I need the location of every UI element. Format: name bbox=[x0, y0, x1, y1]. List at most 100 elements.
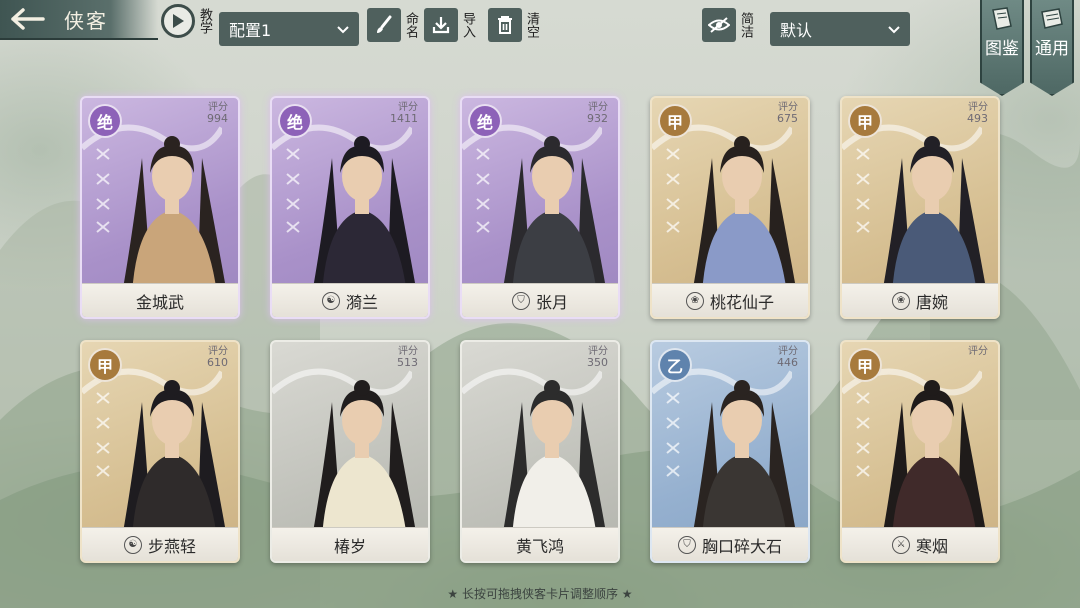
download-icon bbox=[424, 8, 458, 42]
hero-card[interactable]: 评分 513 椿岁 bbox=[270, 340, 430, 563]
grade-badge-label: 甲 bbox=[666, 113, 683, 132]
score-value: 446 bbox=[777, 356, 798, 369]
grade-badge: 绝 bbox=[88, 104, 122, 138]
page-title: 侠客 bbox=[64, 8, 108, 33]
score-block: 评分 446 bbox=[777, 346, 798, 368]
config-select[interactable]: 配置1 bbox=[219, 12, 359, 46]
grade-badge: 甲 bbox=[88, 348, 122, 382]
rank-swords-icon bbox=[286, 148, 300, 233]
hero-card[interactable]: 甲 评分 493 ❀ 唐婉 bbox=[840, 96, 1000, 319]
grade-badge: 甲 bbox=[848, 104, 882, 138]
hero-name: 漪兰 bbox=[345, 292, 378, 312]
hero-name-bar: 金城武 bbox=[82, 283, 238, 317]
simple-mode-toggle[interactable]: 简洁 bbox=[702, 8, 753, 42]
sword-icon: ⚔ bbox=[891, 535, 910, 554]
hero-name: 步燕轻 bbox=[147, 536, 196, 556]
hero-portrait bbox=[502, 380, 607, 538]
score-block: 评分 350 bbox=[587, 346, 608, 368]
tab-general[interactable]: 通用 bbox=[1030, 0, 1074, 96]
rank-swords-icon bbox=[666, 148, 680, 233]
tab-codex[interactable]: 图鉴 bbox=[980, 0, 1024, 96]
rank-swords-icon bbox=[96, 392, 110, 477]
hero-name: 金城武 bbox=[135, 292, 184, 312]
rename-label: 命名 bbox=[403, 12, 418, 38]
score-value: 1411 bbox=[390, 112, 418, 125]
yinyang-icon: ☯ bbox=[123, 535, 142, 554]
hero-name: 黄飞鸿 bbox=[515, 536, 564, 556]
shield-icon: ⛉ bbox=[677, 535, 696, 554]
hero-card[interactable]: 评分 350 黄飞鸿 bbox=[460, 340, 620, 563]
hero-card[interactable]: 甲 评分 ⚔ 寒烟 bbox=[840, 340, 1000, 563]
score-block: 评分 610 bbox=[207, 346, 228, 368]
score-value: 513 bbox=[397, 356, 418, 369]
rank-swords-icon bbox=[856, 392, 870, 477]
hero-card[interactable]: 绝 评分 932 ⛉ 张月 bbox=[460, 96, 620, 319]
back-button[interactable]: 侠客 bbox=[0, 0, 158, 40]
grade-badge: 绝 bbox=[468, 104, 502, 138]
hero-portrait bbox=[882, 380, 987, 538]
score-label: 评分 bbox=[968, 346, 988, 357]
hero-portrait bbox=[312, 380, 417, 538]
hero-portrait bbox=[122, 136, 227, 294]
brush-icon bbox=[367, 8, 401, 42]
hero-name-bar: ⛉ 胸口碎大石 bbox=[652, 527, 808, 561]
hero-portrait bbox=[502, 136, 607, 294]
hero-portrait bbox=[692, 136, 797, 294]
score-block: 评分 493 bbox=[967, 102, 988, 124]
grade-badge-label: 绝 bbox=[286, 113, 303, 132]
hero-card[interactable]: 甲 评分 610 ☯ 步燕轻 bbox=[80, 340, 240, 563]
hero-card[interactable]: 乙 评分 446 ⛉ 胸口碎大石 bbox=[650, 340, 810, 563]
hero-name: 寒烟 bbox=[915, 536, 948, 556]
tutorial-button[interactable]: 教学 bbox=[161, 4, 212, 38]
hero-card[interactable]: 绝 评分 994 金城武 bbox=[80, 96, 240, 319]
score-block: 评分 bbox=[968, 346, 988, 357]
tab-general-label: 通用 bbox=[1035, 39, 1069, 59]
grade-badge-label: 甲 bbox=[856, 113, 873, 132]
grade-badge: 甲 bbox=[848, 348, 882, 382]
hero-card[interactable]: 绝 评分 1411 ☯ 漪兰 bbox=[270, 96, 430, 319]
lotus-icon: ❀ bbox=[891, 291, 910, 310]
score-value: 350 bbox=[587, 356, 608, 369]
rename-button[interactable]: 命名 bbox=[367, 8, 418, 42]
import-label: 导入 bbox=[460, 12, 475, 38]
yinyang-icon: ☯ bbox=[321, 291, 340, 310]
grade-badge-label: 绝 bbox=[476, 113, 493, 132]
score-value: 493 bbox=[967, 112, 988, 125]
hero-name: 胸口碎大石 bbox=[701, 536, 782, 556]
hero-name-bar: ☯ 步燕轻 bbox=[82, 527, 238, 561]
grade-badge-label: 乙 bbox=[666, 357, 683, 376]
import-button[interactable]: 导入 bbox=[424, 8, 475, 42]
lotus-icon: ❀ bbox=[685, 291, 704, 310]
grade-badge: 乙 bbox=[658, 348, 692, 382]
rank-swords-icon bbox=[96, 148, 110, 233]
play-icon bbox=[161, 4, 195, 38]
rank-swords-icon bbox=[476, 148, 490, 233]
tutorial-label: 教学 bbox=[197, 8, 212, 34]
clear-button[interactable]: 清空 bbox=[488, 8, 539, 42]
hero-name-bar: ❀ 唐婉 bbox=[842, 283, 998, 317]
hero-name-bar: ⚔ 寒烟 bbox=[842, 527, 998, 561]
hero-portrait bbox=[122, 380, 227, 538]
score-block: 评分 675 bbox=[777, 102, 798, 124]
score-value: 610 bbox=[207, 356, 228, 369]
hero-card[interactable]: 甲 评分 675 ❀ 桃花仙子 bbox=[650, 96, 810, 319]
tab-codex-label: 图鉴 bbox=[985, 39, 1019, 59]
grade-badge-label: 甲 bbox=[96, 357, 113, 376]
hero-portrait bbox=[692, 380, 797, 538]
sort-select-value: 默认 bbox=[780, 21, 813, 40]
score-block: 评分 994 bbox=[207, 102, 228, 124]
hero-name-bar: ☯ 漪兰 bbox=[272, 283, 428, 317]
hero-name-bar: ❀ 桃花仙子 bbox=[652, 283, 808, 317]
scroll-icon bbox=[1041, 8, 1063, 29]
hero-name-bar: 椿岁 bbox=[272, 527, 428, 561]
score-block: 评分 932 bbox=[587, 102, 608, 124]
simple-label: 简洁 bbox=[738, 12, 753, 38]
rank-swords-icon bbox=[666, 392, 680, 477]
grade-badge-label: 绝 bbox=[96, 113, 113, 132]
score-block: 评分 513 bbox=[397, 346, 418, 368]
sort-select[interactable]: 默认 bbox=[770, 12, 910, 46]
hero-name: 桃花仙子 bbox=[709, 292, 774, 312]
shield-icon: ⛉ bbox=[511, 291, 530, 310]
grade-badge: 绝 bbox=[278, 104, 312, 138]
config-select-value: 配置1 bbox=[229, 21, 272, 40]
